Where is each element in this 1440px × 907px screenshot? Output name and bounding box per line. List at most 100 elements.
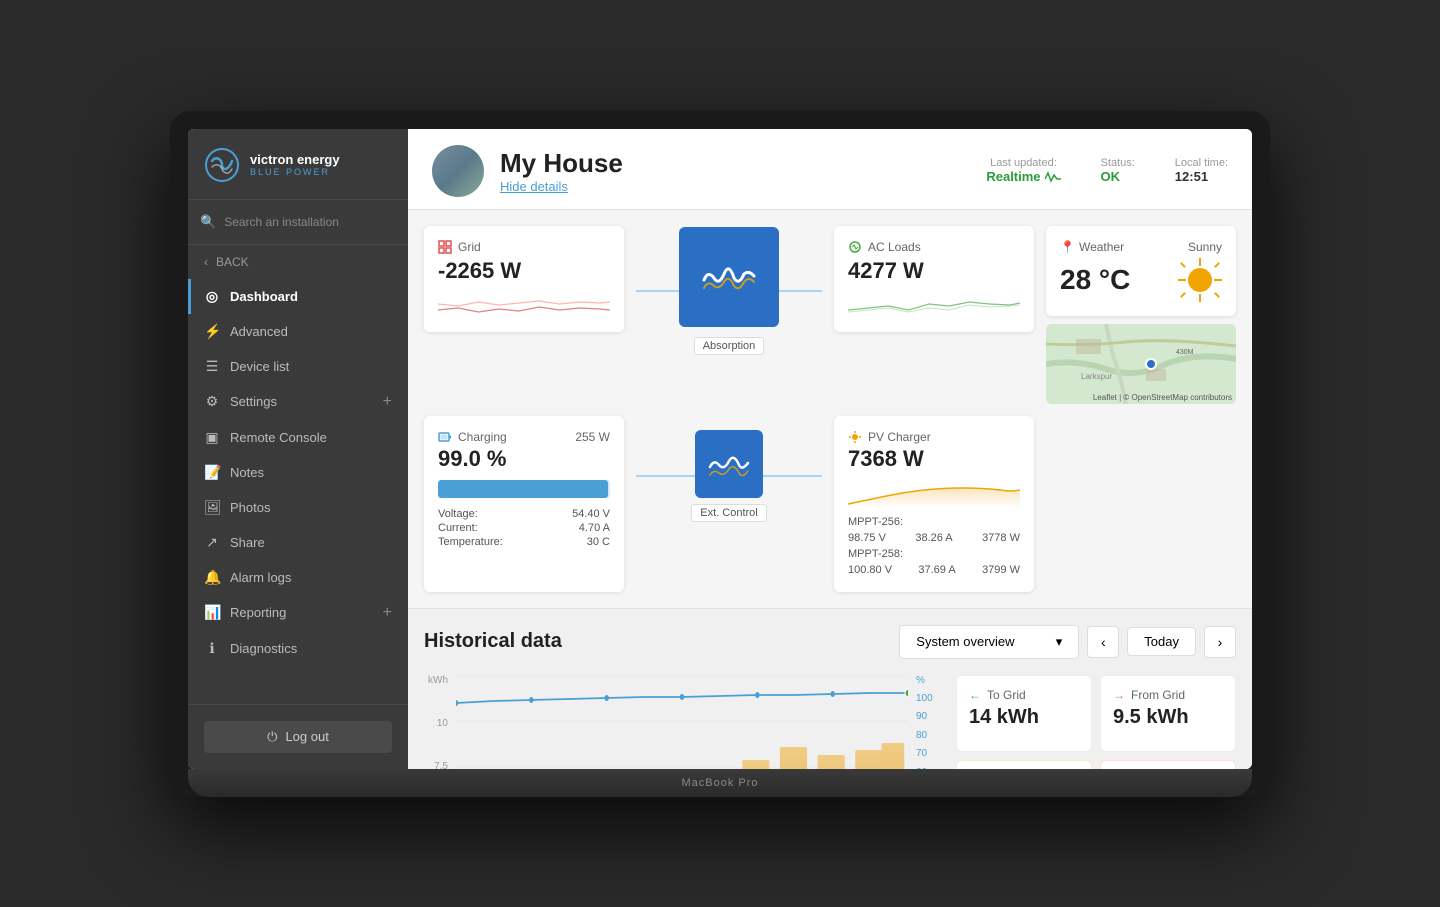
battery-current-row: Current: 4.70 A xyxy=(438,522,610,534)
brand-name: victron energy xyxy=(250,152,340,168)
historical-title: Historical data xyxy=(424,630,562,653)
mppt-258-current: 37.69 A xyxy=(918,564,955,576)
sidebar-item-label: Settings xyxy=(230,394,277,409)
sidebar-item-alarm-logs[interactable]: 🔔 Alarm logs xyxy=(188,560,408,595)
pv-charger-value: 7368 W xyxy=(848,446,1020,472)
battery-title: Charging xyxy=(438,430,507,444)
photos-icon: 🖼 xyxy=(204,499,220,516)
main-chart xyxy=(456,675,908,769)
battery-watts: 255 W xyxy=(575,430,610,444)
ext-control-badge: Ext. Control xyxy=(691,504,766,522)
last-updated-meta: Last updated: Realtime xyxy=(986,157,1060,184)
dropdown-label: System overview xyxy=(916,634,1014,649)
alarm-logs-icon: 🔔 xyxy=(204,569,220,586)
battery-temperature-row: Temperature: 30 C xyxy=(438,536,610,548)
mppt-256-row: MPPT-256: xyxy=(848,514,1020,530)
y-label-percent: % xyxy=(916,675,925,686)
chart-area: kWh 10 7.5 5 xyxy=(424,675,1236,769)
logo-area: victron energy BLUE POWER xyxy=(188,129,408,200)
sidebar-item-settings[interactable]: ⚙ Settings + xyxy=(188,384,408,420)
sidebar-item-share[interactable]: ↗ Share xyxy=(188,525,408,560)
sidebar-item-dashboard[interactable]: ◎ Dashboard xyxy=(188,279,408,314)
share-icon: ↗ xyxy=(204,534,220,551)
production-card: Production xyxy=(956,760,1092,769)
ac-loads-title: AC Loads xyxy=(848,240,1020,254)
house-title-area: My House Hide details xyxy=(500,148,970,194)
battery-progress-fill xyxy=(438,480,608,498)
sidebar-item-label: Device list xyxy=(230,359,289,374)
second-row: Charging 255 W 99.0 % Voltage: 54.40 V xyxy=(424,416,1236,592)
prev-period-button[interactable]: ‹ xyxy=(1087,626,1119,658)
mppt-256-voltage: 98.75 V xyxy=(848,532,886,544)
map-roads: Larkspur 430M xyxy=(1046,324,1236,404)
pv-mppt-details: MPPT-256: 98.75 V 38.26 A 3778 W MPPT-25… xyxy=(848,514,1020,578)
brand-tagline: BLUE POWER xyxy=(250,167,340,177)
battery-percent: 99.0 % xyxy=(438,446,610,472)
status-value: OK xyxy=(1101,169,1135,184)
to-grid-arrow-icon: ← xyxy=(969,688,981,702)
chart-svg-container xyxy=(456,675,908,769)
ac-loads-value: 4277 W xyxy=(848,258,1020,284)
mppt-256-current: 38.26 A xyxy=(915,532,952,544)
victron-logo-icon xyxy=(204,147,240,183)
sidebar-item-remote-console[interactable]: ▣ Remote Console xyxy=(188,420,408,455)
grid-mini-chart xyxy=(438,290,610,318)
grid-card: Grid -2265 W xyxy=(424,226,624,332)
mppt-258-voltage: 100.80 V xyxy=(848,564,892,576)
mppt-258-label-row: MPPT-258: xyxy=(848,546,1020,562)
diagnostics-icon: ℹ xyxy=(204,640,220,657)
mppt-256-power: 3778 W xyxy=(982,532,1020,544)
temperature-value: 30 C xyxy=(587,536,610,548)
back-button[interactable]: ‹ BACK xyxy=(188,245,408,279)
to-grid-value: 14 kWh xyxy=(969,706,1079,729)
settings-plus-icon[interactable]: + xyxy=(383,393,392,411)
logout-button[interactable]: ⏻ Log out xyxy=(204,721,392,753)
sidebar-item-photos[interactable]: 🖼 Photos xyxy=(188,490,408,525)
sun-icon-large xyxy=(1178,258,1222,302)
sidebar-item-label: Alarm logs xyxy=(230,570,291,585)
weather-location: 📍 Weather xyxy=(1060,240,1124,254)
inverter-box xyxy=(679,227,779,327)
historical-controls: System overview ▾ ‹ Today › xyxy=(899,625,1236,659)
pv-mini-chart xyxy=(848,478,1020,506)
mppt-258-values: 100.80 V 37.69 A 3799 W xyxy=(848,562,1020,578)
next-period-button[interactable]: › xyxy=(1204,626,1236,658)
pv-inverter-wave-icon xyxy=(704,439,754,489)
sidebar-item-device-list[interactable]: ☰ Device list xyxy=(188,349,408,384)
location-pin-icon: 📍 xyxy=(1060,240,1075,254)
advanced-icon: ⚡ xyxy=(204,323,220,340)
sidebar-item-reporting[interactable]: 📊 Reporting + xyxy=(188,595,408,631)
house-name: My House xyxy=(500,148,970,179)
sidebar-item-diagnostics[interactable]: ℹ Diagnostics xyxy=(188,631,408,666)
y-label-kwh: kWh xyxy=(428,675,448,686)
weather-card: 📍 Weather Sunny 28 °C xyxy=(1046,226,1236,316)
last-updated-label: Last updated: xyxy=(986,157,1060,169)
from-grid-title: → From Grid xyxy=(1113,688,1223,702)
pv-charger-icon xyxy=(848,430,862,444)
pv-charger-title: PV Charger xyxy=(848,430,1020,444)
sidebar-item-advanced[interactable]: ⚡ Advanced xyxy=(188,314,408,349)
to-grid-card: ← To Grid 14 kWh xyxy=(956,675,1092,753)
from-grid-card: → From Grid 9.5 kWh xyxy=(1100,675,1236,753)
reporting-plus-icon[interactable]: + xyxy=(383,604,392,622)
y-axis-left: kWh 10 7.5 5 xyxy=(424,675,452,769)
main-header: My House Hide details Last updated: Real… xyxy=(408,129,1252,210)
today-button[interactable]: Today xyxy=(1127,627,1196,656)
sidebar-item-label: Diagnostics xyxy=(230,641,297,656)
svg-text:430M: 430M xyxy=(1176,349,1194,356)
grid-label: Grid xyxy=(458,240,481,254)
notes-icon: 📝 xyxy=(204,464,220,481)
search-area[interactable]: 🔍 Search an installation xyxy=(188,200,408,245)
hide-details-link[interactable]: Hide details xyxy=(500,179,970,194)
grid-card-title: Grid xyxy=(438,240,610,254)
status-meta: Status: OK xyxy=(1101,157,1135,184)
mppt-258-label: MPPT-258: xyxy=(848,548,903,560)
absorption-badge: Absorption xyxy=(694,337,765,355)
sidebar-item-notes[interactable]: 📝 Notes xyxy=(188,455,408,490)
weather-header: 📍 Weather Sunny xyxy=(1060,240,1222,254)
battery-card: Charging 255 W 99.0 % Voltage: 54.40 V xyxy=(424,416,624,592)
ac-loads-icon xyxy=(848,240,862,254)
last-updated-value: Realtime xyxy=(986,169,1060,184)
system-overview-dropdown[interactable]: System overview ▾ xyxy=(899,625,1079,659)
historical-header: Historical data System overview ▾ ‹ Toda… xyxy=(424,625,1236,659)
